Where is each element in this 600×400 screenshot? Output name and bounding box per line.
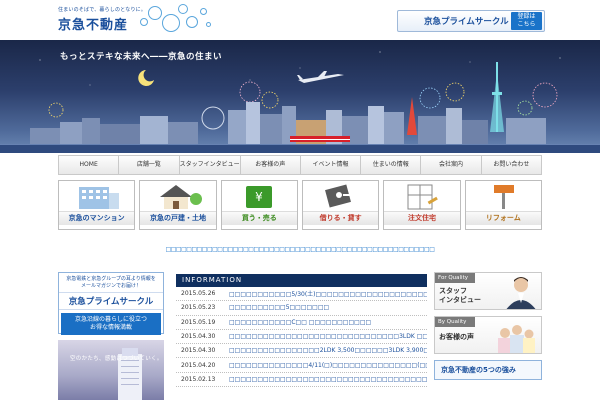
key-icon bbox=[303, 181, 378, 211]
category-reform-label: リフォーム bbox=[465, 211, 541, 225]
news-row[interactable]: 2015.05.19 □□□□□□□□□□□C□□ □□□□□□□□□□□ bbox=[176, 316, 427, 330]
news-title[interactable]: □□□□□□□□□□□□□□□□□□□□□□□□□□□□□□3LDK □□□□□… bbox=[229, 333, 427, 340]
site-header: 住まいのそばで、暮らしのとなりに。 京急不動産 京急プライムサークル 登録は こ… bbox=[0, 0, 600, 40]
voice-label: By Quality bbox=[435, 317, 475, 327]
news-date: 2015.05.26 bbox=[181, 290, 216, 298]
building-icon bbox=[59, 181, 134, 211]
bubbles-decoration bbox=[134, 2, 224, 38]
prime-circle-button[interactable]: 京急プライムサークル 登録は こちら bbox=[397, 10, 545, 32]
staff-title: スタッフ インタビュー bbox=[439, 287, 481, 304]
news-row[interactable]: 2015.05.23 □□□□□□□□□□5□□□□□□□ bbox=[176, 301, 427, 316]
news-row[interactable]: 2015.04.30 □□□□□□□□□□□□□□□□□□□□□□□□□□□□□□… bbox=[176, 330, 427, 345]
staff-photo bbox=[506, 277, 536, 309]
left-column: 京急電鉄と京急グループの耳より情報を メールマガジンでお届け！ 京急プライムサー… bbox=[58, 272, 164, 400]
nav-events[interactable]: イベント情報 bbox=[301, 156, 362, 174]
nav-customer-voice[interactable]: お客様の声 bbox=[241, 156, 301, 174]
paint-roller-icon bbox=[466, 181, 541, 211]
svg-text:¥: ¥ bbox=[255, 190, 263, 204]
prime-circle-banner[interactable]: 京急電鉄と京急グループの耳より情報を メールマガジンでお届け！ 京急プライムサー… bbox=[58, 272, 164, 335]
news-title[interactable]: □□□□□□□□□□□C□□ □□□□□□□□□□□ bbox=[229, 319, 427, 326]
nav-stores[interactable]: 店舗一覧 bbox=[119, 156, 180, 174]
cash-icon: ¥ bbox=[222, 181, 297, 211]
news-row[interactable]: 2015.05.26 □□□□□□□□□□□5/30(土)□□□□□□□□□□□□… bbox=[176, 287, 427, 302]
staff-interview-banner[interactable]: For Quality スタッフ インタビュー bbox=[434, 272, 542, 310]
category-mansion[interactable]: 京急のマンション bbox=[58, 180, 136, 230]
news-date: 2015.04.30 bbox=[181, 347, 216, 355]
news-row[interactable]: 2015.04.30 □□□□□□□□□□□□□□□□2LDK 3,500□□□□… bbox=[176, 344, 427, 359]
five-strengths-banner[interactable]: 京急不動産の5つの強み bbox=[434, 360, 542, 380]
category-mansion-label: 京急のマンション bbox=[59, 211, 135, 225]
news-title[interactable]: □□□□□□□□□□□□□□□□□□□□□□□□□□□□□□□□□□□□□□□□ bbox=[229, 376, 427, 383]
news-title[interactable]: □□□□□□□□□□5□□□□□□□ bbox=[229, 304, 427, 311]
prime-circle-intro: 京急電鉄と京急グループの耳より情報を メールマガジンでお届け！ bbox=[66, 276, 156, 289]
news-date: 2015.05.19 bbox=[181, 318, 216, 326]
news-row[interactable]: 2015.04.20 □□□□□□□□□□□□□□4/11(□)□□□□□□□□□… bbox=[176, 358, 427, 373]
category-buy-sell[interactable]: ¥ 買う・売る bbox=[220, 180, 298, 230]
promo-text: 空のかたち、感動はつづいていく。 bbox=[70, 356, 163, 362]
category-custom-home[interactable]: 注文住宅 bbox=[383, 180, 461, 230]
news-date: 2015.02.13 bbox=[181, 375, 216, 383]
news-title[interactable]: □□□□□□□□□□□□□□4/11(□)□□□□□□□□□□□□□□□(□□□… bbox=[229, 362, 427, 369]
site-logo[interactable]: 住まいのそばで、暮らしのとなりに。 京急不動産 bbox=[58, 6, 146, 33]
information-heading: INFORMATION bbox=[176, 274, 427, 287]
global-nav: HOME 店舗一覧 スタッフインタビュー お客様の声 イベント情報 住まいの情報… bbox=[58, 155, 542, 175]
news-date: 2015.04.20 bbox=[181, 361, 216, 369]
train-icon bbox=[290, 136, 350, 142]
skytree-icon bbox=[490, 62, 504, 132]
notice-link[interactable]: □□□□□□□□□□□□□□□□□□□□□□□□□□□□□□□□□□□□□□□□… bbox=[58, 246, 542, 254]
category-buy-sell-label: 買う・売る bbox=[221, 211, 297, 225]
category-rent-lease-label: 借りる・貸す bbox=[302, 211, 379, 225]
news-title[interactable]: □□□□□□□□□□□□□□□□2LDK 3,500□□□□□□3LDK 3,9… bbox=[229, 347, 427, 354]
nav-contact[interactable]: お問い合わせ bbox=[482, 156, 541, 174]
category-tiles: 京急のマンション 京急の戸建・土地 ¥ 買う・売る 借りる・貸す 注文住宅 リフ… bbox=[58, 180, 542, 230]
category-rent-lease[interactable]: 借りる・貸す bbox=[301, 180, 380, 230]
house-icon bbox=[140, 181, 215, 211]
nav-housing-info[interactable]: 住まいの情報 bbox=[361, 156, 422, 174]
category-house-land-label: 京急の戸建・土地 bbox=[140, 211, 216, 225]
news-date: 2015.05.23 bbox=[181, 304, 216, 312]
nav-company[interactable]: 会社案内 bbox=[421, 156, 482, 174]
tower-illustration bbox=[118, 348, 142, 400]
logo-name: 京急不動産 bbox=[58, 18, 129, 33]
prime-circle-desc: 京急沿線の暮らしに役立つ お得な情報満載 bbox=[61, 313, 161, 335]
category-reform[interactable]: リフォーム bbox=[464, 180, 542, 230]
news-date: 2015.04.30 bbox=[181, 333, 216, 341]
family-photo bbox=[498, 325, 535, 353]
category-custom-home-label: 注文住宅 bbox=[384, 211, 460, 225]
hero-slogan: もっとステキな未来へ――京急の住まい bbox=[60, 52, 223, 62]
register-button[interactable]: 登録は こちら bbox=[511, 12, 542, 30]
hero-banner: もっとステキな未来へ――京急の住まい bbox=[0, 40, 600, 153]
tokyo-tower-icon bbox=[407, 97, 417, 135]
airplane-icon bbox=[297, 71, 344, 83]
floorplan-icon bbox=[384, 181, 459, 211]
ferris-wheel-icon bbox=[201, 106, 225, 130]
voice-title: お客様の声 bbox=[439, 333, 474, 341]
news-title[interactable]: □□□□□□□□□□□5/30(土)□□□□□□□□□□□□□□□□□□□□□□… bbox=[229, 289, 427, 298]
nav-home[interactable]: HOME bbox=[59, 156, 120, 174]
skyline bbox=[30, 102, 546, 148]
prime-circle-label: 京急プライムサークル bbox=[424, 17, 509, 27]
property-promo-banner[interactable]: 空のかたち、感動はつづいていく。 bbox=[58, 340, 164, 400]
right-column: For Quality スタッフ インタビュー By Quality お客様の声… bbox=[434, 272, 542, 380]
moon-icon bbox=[138, 70, 154, 86]
fireworks bbox=[48, 81, 558, 118]
nav-staff-interview[interactable]: スタッフインタビュー bbox=[180, 156, 241, 174]
logo-tagline: 住まいのそばで、暮らしのとなりに。 bbox=[58, 7, 147, 13]
category-house-land[interactable]: 京急の戸建・土地 bbox=[139, 180, 217, 230]
information-panel: INFORMATION 2015.05.26 □□□□□□□□□□□5/30(土)… bbox=[176, 274, 427, 388]
customer-voice-banner[interactable]: By Quality お客様の声 bbox=[434, 316, 542, 354]
staff-label: For Quality bbox=[435, 273, 475, 283]
news-row[interactable]: 2015.02.13 □□□□□□□□□□□□□□□□□□□□□□□□□□□□□□… bbox=[176, 373, 427, 388]
prime-circle-name: 京急プライムサークル bbox=[59, 292, 163, 310]
